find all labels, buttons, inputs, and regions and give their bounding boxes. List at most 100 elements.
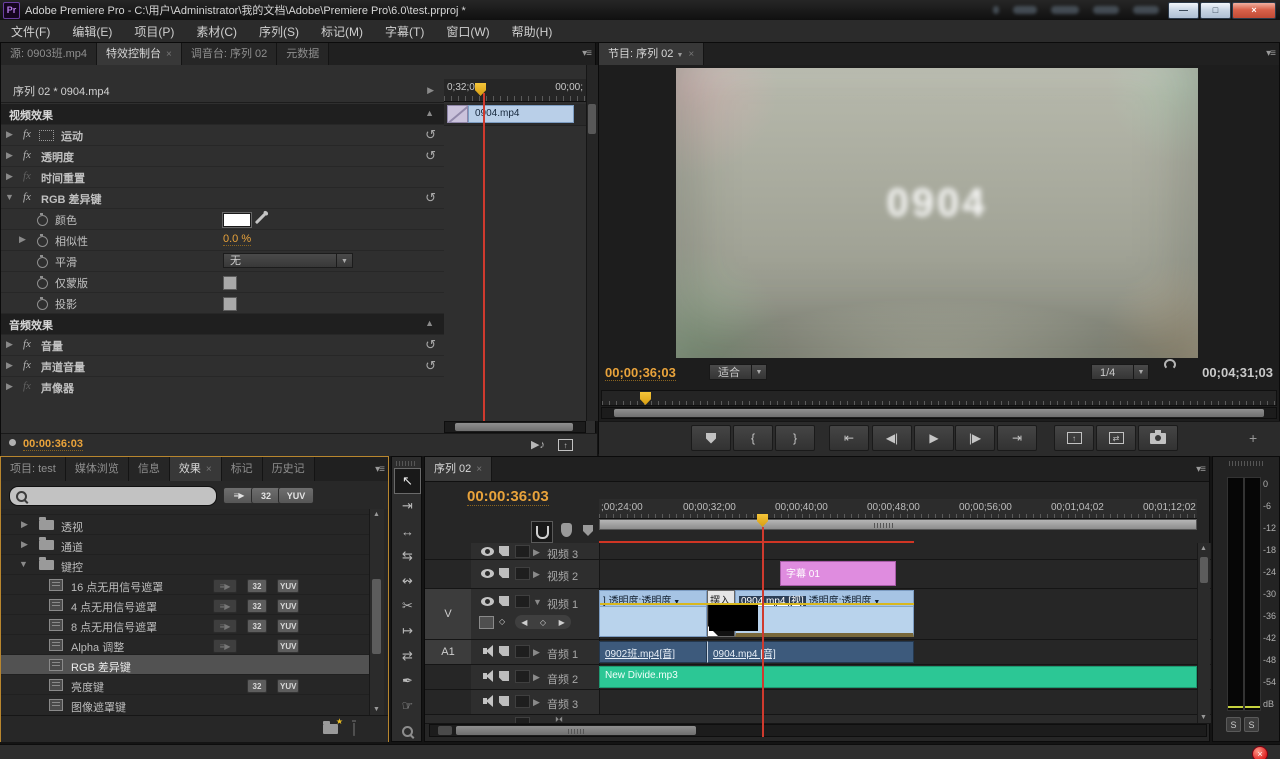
stopwatch-icon[interactable] [37,213,48,226]
export-frame-button[interactable] [1138,425,1178,451]
goto-out-button[interactable]: ⇥ [997,425,1037,451]
tab-source-monitor[interactable]: 源: 0903班.mp4 [1,43,98,65]
keyframe-toggle-icon[interactable]: ◇ [499,617,505,626]
new-custom-bin-icon[interactable] [323,717,343,734]
clip-a1-0904[interactable]: 0904.mp4 [音] [707,641,914,663]
zoom-level-dropdown[interactable]: 适合 ▼ [709,364,767,380]
chevron-right-icon[interactable]: ▶ [533,672,540,683]
effect-item[interactable]: 图像遮罩键 [1,695,369,715]
tab-history[interactable]: 历史记 [262,457,315,481]
effect-item-selected[interactable]: RGB 差异键 [1,655,369,675]
mask-only-checkbox[interactable] [223,276,237,290]
effects-scrollbar[interactable]: ▲ ▼ [369,509,384,715]
rolling-edit-tool[interactable]: ⇆ [395,544,420,568]
step-back-button[interactable]: ◀| [872,425,912,451]
chevron-down-icon[interactable]: ▼ [676,52,683,59]
slide-tool[interactable]: ⇄ [395,644,420,668]
chevron-right-icon[interactable]: ▶ [533,647,540,658]
toggle-track-output-icon[interactable] [481,547,494,556]
display-style-icon[interactable] [479,616,494,629]
effect-item[interactable]: 8 点无用信号遮罩 ≡▶ 32 YUV [1,615,369,635]
menu-project[interactable]: 项目(P) [123,23,185,40]
stopwatch-icon[interactable] [37,276,48,289]
toggle-track-output-icon[interactable] [481,569,494,578]
tab-effects[interactable]: 效果 × [169,457,222,481]
tab-media-browser[interactable]: 媒体浏览 [65,457,129,481]
close-icon[interactable]: × [206,464,212,475]
collapse-icon[interactable]: ▲ [425,108,434,118]
speaker-icon[interactable] [483,670,493,682]
close-icon[interactable]: × [688,49,694,60]
playback-resolution-dropdown[interactable]: 1/4 ▼ [1091,364,1149,380]
effect-row-panner[interactable]: ▶ fx 声像器 [1,377,444,398]
button-editor-plus[interactable]: + [1249,430,1257,446]
encore-marker-icon[interactable] [561,523,572,537]
stopwatch-icon[interactable] [37,255,48,268]
source-track-badge-a1[interactable]: A1 [425,640,472,664]
delete-icon[interactable] [353,723,355,736]
scroll-up-icon[interactable]: ▲ [373,511,380,518]
scrollbar-thumb[interactable] [588,104,596,134]
reset-icon[interactable] [425,127,436,143]
chevron-right-icon[interactable]: ▶ [6,129,13,140]
track-lock-box[interactable] [515,567,530,580]
speaker-icon[interactable] [483,645,493,657]
effect-row-time-remap[interactable]: ▶ fx 时间重置 [1,167,444,188]
timeline-hscrollbar[interactable] [429,724,1207,737]
menu-marker[interactable]: 标记(M) [310,23,374,40]
hand-tool[interactable]: ☞ [395,694,420,718]
razor-tool[interactable]: ✂ [395,594,420,618]
tab-effect-controls[interactable]: 特效控制台 × [97,43,182,65]
menu-window[interactable]: 窗口(W) [435,23,500,40]
add-marker-button[interactable] [691,425,731,451]
scrollbar-end-grip[interactable] [438,726,452,735]
slip-tool[interactable]: ↦ [395,619,420,643]
goto-in-button[interactable]: ⇤ [829,425,869,451]
tab-sequence-02[interactable]: 序列 02 × [425,457,493,481]
chevron-right-icon[interactable]: ▶ [427,85,434,96]
reset-icon[interactable] [425,190,436,206]
snap-toggle[interactable] [531,521,553,543]
chevron-down-icon[interactable]: ▼ [533,597,542,607]
work-area-bar[interactable] [599,519,1197,530]
program-scrollbar[interactable] [601,407,1277,419]
program-scrubber[interactable] [601,390,1277,406]
track-lock-box[interactable] [515,695,530,708]
timeline-ruler[interactable]: ;00;24;00 00;00;32;00 00;00;40;00 00;00;… [599,499,1197,519]
tab-audio-mixer[interactable]: 调音台: 序列 02 [181,43,278,65]
clip-a1-0902[interactable]: 0902班.mp4[音] [599,641,707,663]
menu-sequence[interactable]: 序列(S) [248,23,310,40]
lift-button[interactable]: ↑ [1054,425,1094,451]
mark-in-button[interactable]: { [733,425,773,451]
eyedropper-icon[interactable] [254,212,267,225]
scrollbar-thumb[interactable] [455,423,573,431]
scrollbar-thumb[interactable] [614,409,1264,417]
close-icon[interactable]: × [476,464,482,475]
chevron-right-icon[interactable]: ▶ [21,519,28,530]
solo-right-button[interactable]: S [1244,717,1259,732]
chevron-right-icon[interactable]: ▶ [6,339,13,350]
ec-timecode[interactable]: 00:00:36:03 [23,438,83,451]
zoom-tool[interactable] [395,719,420,743]
chevron-right-icon[interactable]: ▶ [533,697,540,708]
effect-row-rgb-difference-key[interactable]: ▼ fx RGB 差异键 [1,188,444,209]
error-notification-icon[interactable]: × [1252,746,1268,759]
program-timecode[interactable]: 00;00;36;03 [605,365,676,381]
track-lock-box[interactable] [515,645,530,658]
menu-clip[interactable]: 素材(C) [185,23,248,40]
chevron-right-icon[interactable]: ▶ [6,171,13,182]
clip-a2-newdivide[interactable]: New Divide.mp3 [599,666,1197,688]
smoothing-dropdown[interactable]: 无 ▼ [223,253,353,268]
section-video-effects[interactable]: 视频效果 ▲ [1,104,444,125]
timeline-timecode[interactable]: 00:00:36:03 [467,488,549,506]
scrollbar-thumb[interactable] [1200,557,1208,583]
menu-help[interactable]: 帮助(H) [501,23,564,40]
sync-lock-icon[interactable] [499,596,509,606]
play-audio-icon[interactable]: ▶♪ [531,438,545,451]
restore-button[interactable]: □ [1200,1,1231,19]
clip-title-01[interactable]: 字幕 01 [780,561,896,586]
panel-menu-icon[interactable]: ▾≡ [582,48,592,59]
scroll-up-icon[interactable]: ▲ [1200,545,1207,552]
mark-out-button[interactable]: } [775,425,815,451]
similarity-value[interactable]: 0.0 % [223,233,252,246]
